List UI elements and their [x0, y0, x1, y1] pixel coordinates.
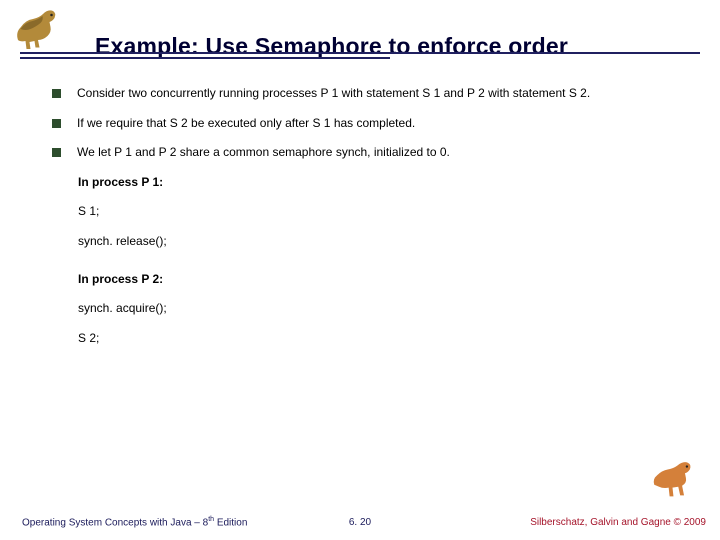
process-2-line: synch. acquire(); — [78, 301, 680, 317]
process-2-line: S 2; — [78, 331, 680, 347]
process-1-line: synch. release(); — [78, 234, 680, 250]
bullet-item: We let P 1 and P 2 share a common semaph… — [52, 145, 680, 161]
slide-content: Consider two concurrently running proces… — [52, 86, 680, 360]
process-1-heading: In process P 1: — [78, 175, 680, 191]
bullet-text: If we require that S 2 be executed only … — [77, 116, 680, 132]
bullet-text: We let P 1 and P 2 share a common semaph… — [77, 145, 680, 161]
bullet-item: Consider two concurrently running proces… — [52, 86, 680, 102]
bullet-square-icon — [52, 119, 61, 128]
title-underline-main — [20, 52, 700, 54]
dino-right-icon — [645, 456, 700, 504]
bullet-item: If we require that S 2 be executed only … — [52, 116, 680, 132]
title-underline-sub — [20, 57, 390, 59]
process-1-line: S 1; — [78, 204, 680, 220]
bullet-square-icon — [52, 148, 61, 157]
bullet-text: Consider two concurrently running proces… — [77, 86, 680, 102]
bullet-square-icon — [52, 89, 61, 98]
process-1-block: In process P 1: S 1; synch. release(); — [78, 175, 680, 250]
footer-right: Silberschatz, Galvin and Gagne © 2009 — [530, 517, 706, 528]
process-2-block: In process P 2: synch. acquire(); S 2; — [78, 272, 680, 347]
dino-left-icon — [8, 5, 63, 55]
process-2-heading: In process P 2: — [78, 272, 680, 288]
